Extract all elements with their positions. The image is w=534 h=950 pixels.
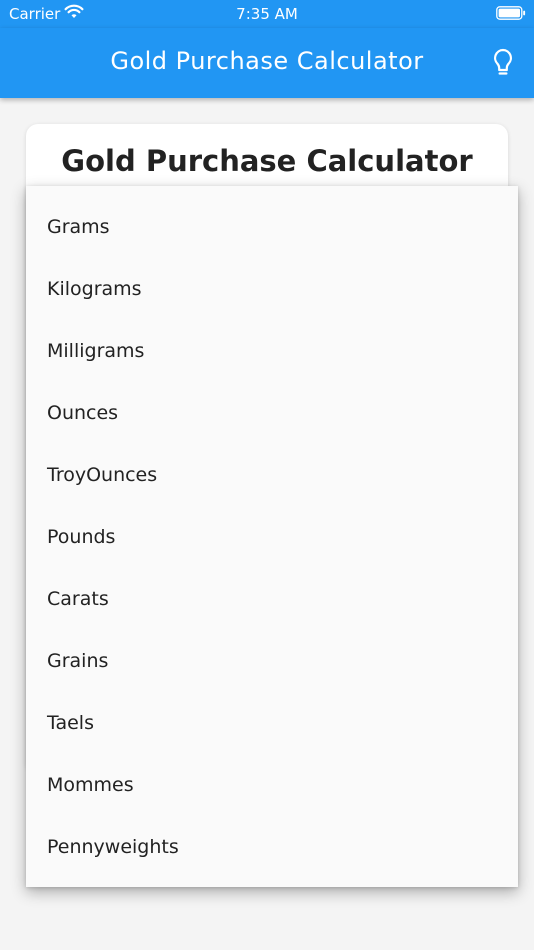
unit-dropdown-menu: Grams Kilograms Milligrams Ounces TroyOu…	[26, 186, 518, 887]
menu-item-grains[interactable]: Grains	[26, 630, 518, 692]
card-title: Gold Purchase Calculator	[61, 144, 473, 178]
menu-item-kilograms[interactable]: Kilograms	[26, 258, 518, 320]
menu-item-mommes[interactable]: Mommes	[26, 754, 518, 816]
clock: 7:35 AM	[236, 5, 298, 23]
battery-icon	[496, 6, 526, 20]
menu-item-troy-ounces[interactable]: TroyOunces	[26, 444, 518, 506]
menu-item-milligrams[interactable]: Milligrams	[26, 320, 518, 382]
menu-item-grams[interactable]: Grams	[26, 196, 518, 258]
app-bar: Gold Purchase Calculator	[0, 28, 534, 98]
menu-item-taels[interactable]: Taels	[26, 692, 518, 754]
menu-item-ounces[interactable]: Ounces	[26, 382, 518, 444]
menu-item-pennyweights[interactable]: Pennyweights	[26, 816, 518, 878]
menu-item-pounds[interactable]: Pounds	[26, 506, 518, 568]
app-bar-title: Gold Purchase Calculator	[110, 47, 424, 75]
lightbulb-icon[interactable]	[492, 48, 514, 78]
menu-item-carats[interactable]: Carats	[26, 568, 518, 630]
status-bar: Carrier 7:35 AM	[0, 0, 534, 28]
